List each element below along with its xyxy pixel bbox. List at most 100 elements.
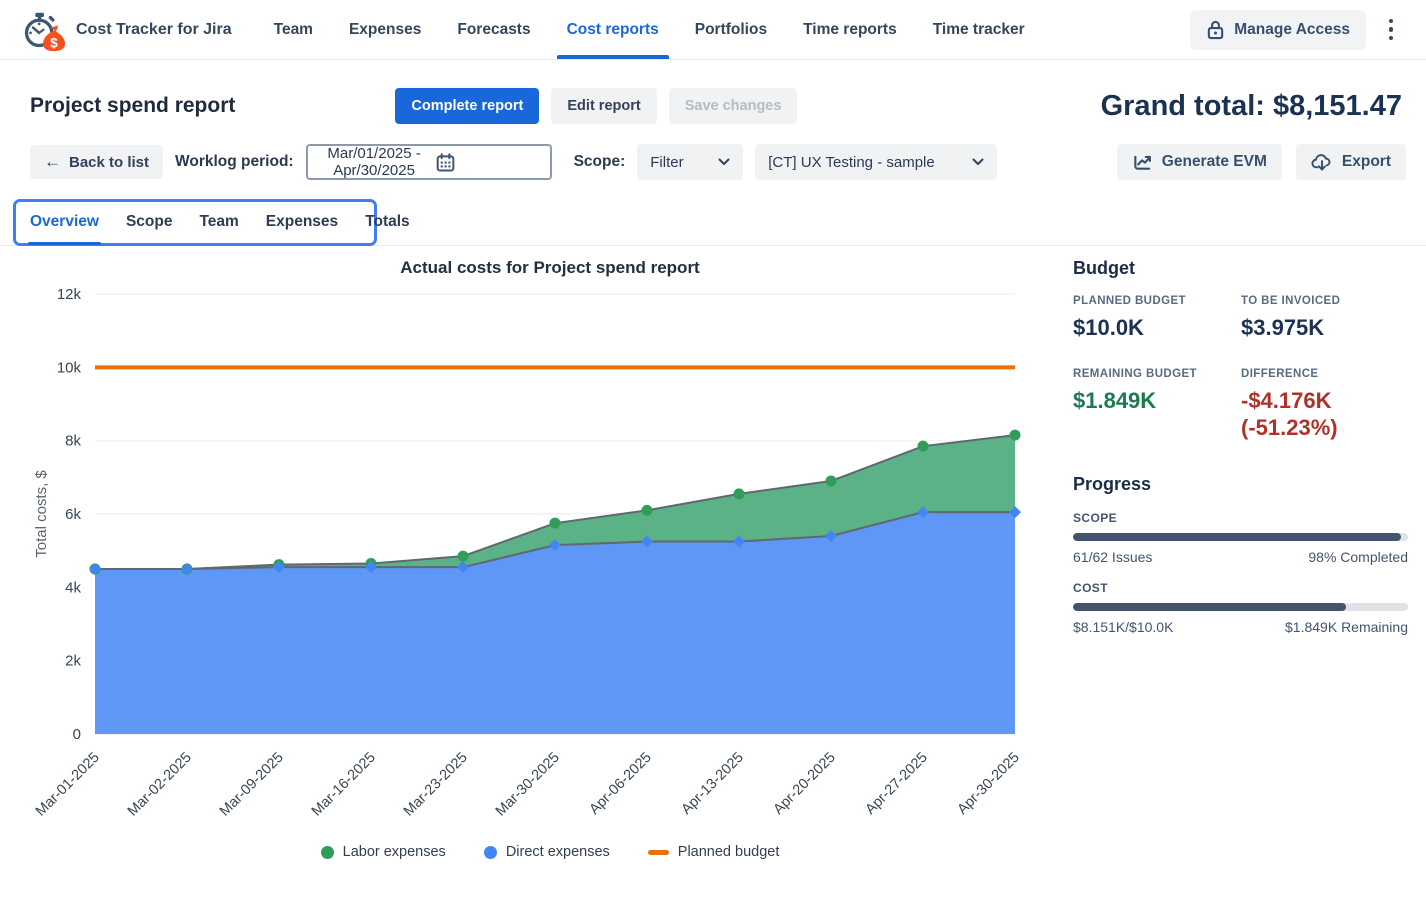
- svg-text:Apr-20-2025: Apr-20-2025: [771, 750, 839, 818]
- nav-item-expenses[interactable]: Expenses: [349, 0, 421, 59]
- generate-evm-label: Generate EVM: [1162, 153, 1267, 171]
- scope-filter-select[interactable]: Filter: [637, 144, 743, 180]
- back-arrow-icon: ←: [44, 152, 61, 172]
- svg-text:Mar-09-2025: Mar-09-2025: [217, 750, 287, 820]
- worklog-period-label: Worklog period:: [175, 153, 294, 171]
- nav-item-portfolios[interactable]: Portfolios: [695, 0, 767, 59]
- summary-sidebar: Budget PLANNED BUDGET $10.0K TO BE INVOI…: [1073, 250, 1408, 860]
- metric-to-be-invoiced: TO BE INVOICED $3.975K: [1241, 295, 1408, 342]
- grand-total: Grand total: $8,151.47: [1101, 90, 1402, 123]
- svg-text:Apr-13-2025: Apr-13-2025: [679, 750, 747, 818]
- svg-text:$: $: [50, 35, 58, 50]
- progress-section-title: Progress: [1073, 474, 1408, 495]
- tab-scope[interactable]: Scope: [126, 198, 173, 245]
- cost-progress-fill: [1073, 603, 1346, 611]
- legend-swatch-icon: [321, 846, 334, 859]
- export-label: Export: [1342, 153, 1391, 171]
- metric-label: REMAINING BUDGET: [1073, 368, 1241, 380]
- project-select[interactable]: [CT] UX Testing - sample: [755, 144, 997, 180]
- svg-text:Mar-23-2025: Mar-23-2025: [401, 750, 471, 820]
- area-chart-canvas[interactable]: 0 2k 4k 6k 8k 10k 12k Total costs, $ Mar-01-2025…: [30, 280, 1070, 842]
- cloud-download-icon: [1311, 152, 1333, 173]
- manage-access-label: Manage Access: [1234, 21, 1350, 39]
- svg-text:Mar-01-2025: Mar-01-2025: [33, 750, 103, 820]
- chevron-down-icon: [972, 158, 984, 166]
- metric-value: -$4.176K (-51.23%): [1241, 387, 1408, 442]
- legend-swatch-icon: [484, 846, 497, 859]
- save-changes-button: Save changes: [669, 88, 798, 124]
- page-title: Project spend report: [30, 94, 235, 118]
- tab-totals[interactable]: Totals: [365, 198, 410, 245]
- worklog-period-value: Mar/01/2025 - Apr/30/2025: [322, 145, 427, 179]
- cost-progress-label: COST: [1073, 581, 1408, 595]
- svg-text:0: 0: [73, 726, 81, 743]
- report-tabs: Overview Scope Team Expenses Totals: [0, 198, 1426, 246]
- tab-overview[interactable]: Overview: [30, 198, 99, 245]
- metric-value: $10.0K: [1073, 314, 1241, 342]
- actual-costs-chart: Actual costs for Project spend report 0 2…: [30, 250, 1070, 860]
- back-to-list-label: Back to list: [69, 154, 149, 171]
- metric-label: TO BE INVOICED: [1241, 295, 1408, 307]
- chart-legend: Labor expenses Direct expenses Planned bud…: [30, 844, 1070, 860]
- complete-report-button[interactable]: Complete report: [395, 88, 539, 124]
- svg-text:Apr-30-2025: Apr-30-2025: [955, 750, 1023, 818]
- back-to-list-button[interactable]: ← Back to list: [30, 145, 163, 179]
- svg-text:10k: 10k: [57, 359, 82, 376]
- legend-item-labor-expenses[interactable]: Labor expenses: [321, 844, 446, 860]
- svg-text:6k: 6k: [65, 506, 81, 523]
- legend-swatch-icon: [648, 850, 669, 855]
- svg-text:Total costs, $: Total costs, $: [33, 470, 50, 558]
- scope-progress-right: 98% Completed: [1308, 549, 1408, 565]
- top-nav: Team Expenses Forecasts Cost reports Portfol…: [274, 0, 1025, 59]
- kebab-menu-icon[interactable]: [1376, 10, 1406, 50]
- export-button[interactable]: Export: [1296, 144, 1406, 180]
- scope-progress-label: SCOPE: [1073, 511, 1408, 525]
- controls-row: ← Back to list Worklog period: Mar/01/20…: [30, 144, 1406, 180]
- nav-item-cost-reports[interactable]: Cost reports: [567, 0, 659, 59]
- manage-access-button[interactable]: Manage Access: [1190, 10, 1366, 50]
- nav-item-team[interactable]: Team: [274, 0, 313, 59]
- chart-title: Actual costs for Project spend report: [30, 258, 1070, 278]
- svg-text:Mar-02-2025: Mar-02-2025: [125, 750, 195, 820]
- scope-progress-bar: [1073, 533, 1408, 541]
- metric-label: DIFFERENCE: [1241, 368, 1408, 380]
- metric-label: PLANNED BUDGET: [1073, 295, 1241, 307]
- tab-expenses[interactable]: Expenses: [266, 198, 338, 245]
- metric-remaining-budget: REMAINING BUDGET $1.849K: [1073, 368, 1241, 442]
- scope-progress-left: 61/62 Issues: [1073, 549, 1152, 565]
- legend-item-direct-expenses[interactable]: Direct expenses: [484, 844, 610, 860]
- edit-report-button[interactable]: Edit report: [551, 88, 656, 124]
- nav-item-time-reports[interactable]: Time reports: [803, 0, 897, 59]
- nav-item-time-tracker[interactable]: Time tracker: [933, 0, 1025, 59]
- app-logo-stopwatch-moneybag-icon: $: [20, 6, 68, 54]
- nav-item-forecasts[interactable]: Forecasts: [457, 0, 530, 59]
- line-chart-icon: [1132, 152, 1153, 173]
- lock-icon: [1206, 19, 1225, 40]
- budget-section-title: Budget: [1073, 258, 1408, 279]
- app-header: $ Cost Tracker for Jira Team Expenses Fore…: [0, 0, 1426, 60]
- metric-value: $3.975K: [1241, 314, 1408, 342]
- scope-label: Scope:: [574, 153, 626, 171]
- tab-team[interactable]: Team: [199, 198, 238, 245]
- title-row: Project spend report Complete report Edi…: [0, 60, 1426, 124]
- cost-progress-right: $1.849K Remaining: [1285, 619, 1408, 635]
- legend-item-planned-budget[interactable]: Planned budget: [648, 844, 780, 860]
- worklog-period-input[interactable]: Mar/01/2025 - Apr/30/2025: [306, 144, 552, 180]
- cost-progress-bar: [1073, 603, 1408, 611]
- app-title: Cost Tracker for Jira: [76, 21, 232, 39]
- metric-planned-budget: PLANNED BUDGET $10.0K: [1073, 295, 1241, 342]
- project-select-value: [CT] UX Testing - sample: [768, 154, 934, 171]
- svg-text:12k: 12k: [57, 286, 82, 303]
- svg-text:4k: 4k: [65, 579, 81, 596]
- generate-evm-button[interactable]: Generate EVM: [1117, 144, 1282, 180]
- svg-text:Mar-30-2025: Mar-30-2025: [493, 750, 563, 820]
- calendar-icon[interactable]: [435, 152, 540, 173]
- svg-text:2k: 2k: [65, 653, 81, 670]
- svg-text:Mar-16-2025: Mar-16-2025: [309, 750, 379, 820]
- scope-progress-fill: [1073, 533, 1401, 541]
- metric-value: $1.849K: [1073, 387, 1241, 415]
- metric-difference: DIFFERENCE -$4.176K (-51.23%): [1241, 368, 1408, 442]
- svg-text:8k: 8k: [65, 433, 81, 450]
- svg-text:Apr-27-2025: Apr-27-2025: [863, 750, 931, 818]
- svg-text:Apr-06-2025: Apr-06-2025: [587, 750, 655, 818]
